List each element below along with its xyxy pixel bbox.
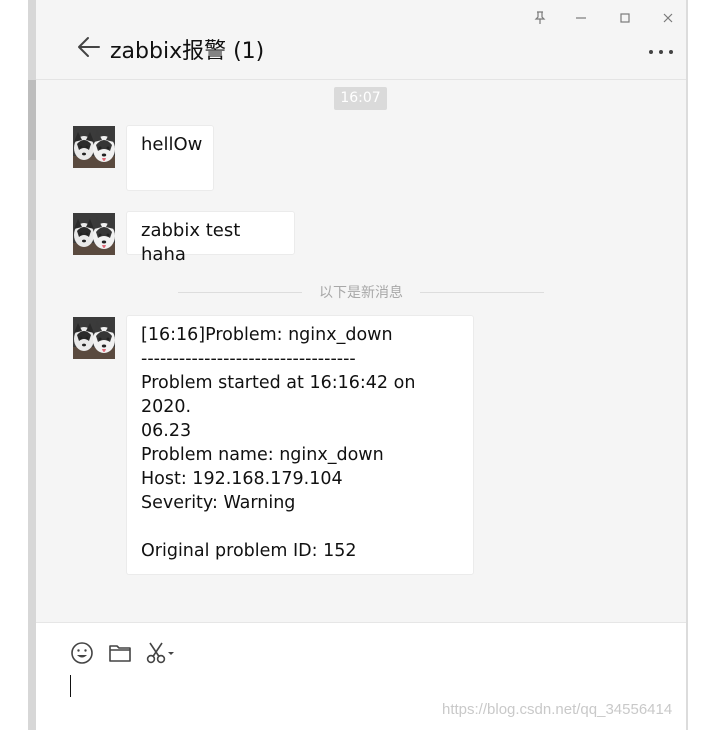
minimize-icon[interactable] xyxy=(571,8,591,28)
divider-text-wrap: 以下是新消息 xyxy=(178,282,544,302)
alert-message-bubble[interactable]: [16:16]Problem: nginx_down -------------… xyxy=(126,315,474,575)
message-list[interactable]: 16:07 hellOw zabbix test haha 以下是新消息 [16… xyxy=(36,80,686,622)
timestamp-badge: 16:07 xyxy=(334,87,387,110)
screenshot-frame: zabbix报警 (1) 16:07 hellOw zabbix test ha… xyxy=(0,0,706,741)
more-options-icon[interactable] xyxy=(648,42,674,62)
divider-label: 以下是新消息 xyxy=(307,285,415,301)
background-window-edge-shade xyxy=(28,80,36,160)
window-border xyxy=(686,0,688,730)
chat-window: zabbix报警 (1) 16:07 hellOw zabbix test ha… xyxy=(36,0,687,731)
back-arrow-icon[interactable] xyxy=(76,34,102,60)
maximize-icon[interactable] xyxy=(615,8,635,28)
background-window-edge-shade-2 xyxy=(28,160,36,240)
chat-header: zabbix报警 (1) xyxy=(36,0,686,80)
folder-icon[interactable] xyxy=(108,641,132,665)
avatar[interactable] xyxy=(73,317,115,359)
message-bubble[interactable]: zabbix test haha xyxy=(126,211,295,265)
emoji-icon[interactable] xyxy=(70,641,94,665)
scissors-icon[interactable] xyxy=(146,641,176,665)
pin-icon[interactable] xyxy=(530,8,550,28)
avatar[interactable] xyxy=(73,213,115,255)
chat-title: zabbix报警 (1) xyxy=(110,39,265,64)
close-icon[interactable] xyxy=(658,8,678,28)
text-cursor[interactable] xyxy=(70,675,71,697)
message-bubble[interactable]: hellOw xyxy=(126,125,214,191)
avatar[interactable] xyxy=(73,126,115,168)
new-messages-divider: 以下是新消息 xyxy=(178,280,544,304)
watermark: https://blog.csdn.net/qq_34556414 xyxy=(442,701,673,718)
